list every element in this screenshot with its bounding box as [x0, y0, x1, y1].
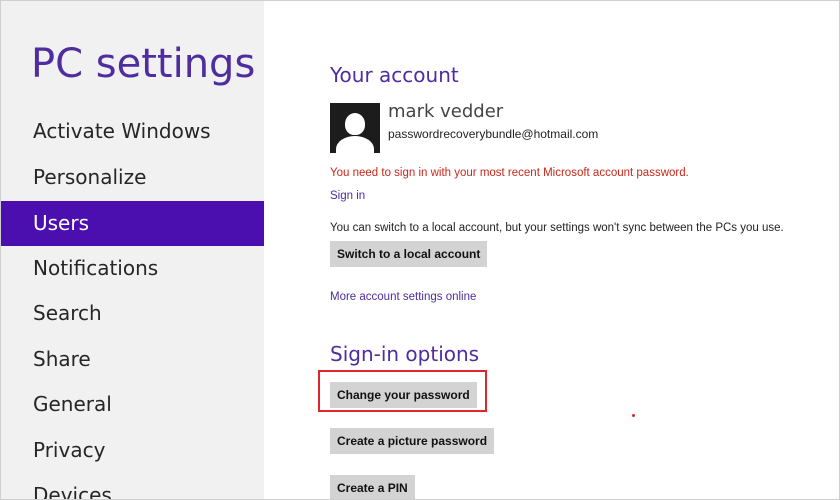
- users-settings-pane: Your account mark vedder passwordrecover…: [330, 1, 839, 499]
- sidebar-item-share[interactable]: Share: [1, 337, 264, 382]
- sidebar-item-notifications[interactable]: Notifications: [1, 246, 264, 291]
- more-account-settings-link[interactable]: More account settings online: [330, 291, 476, 303]
- sidebar-item-search[interactable]: Search: [1, 291, 264, 336]
- sign-in-link[interactable]: Sign in: [330, 190, 365, 202]
- avatar-head: [345, 113, 365, 135]
- sidebar-item-users[interactable]: Users: [1, 201, 264, 246]
- switch-local-account-button[interactable]: Switch to a local account: [330, 241, 488, 267]
- user-name: mark vedder: [388, 101, 504, 122]
- annotation-dot: [632, 414, 635, 417]
- create-pin-button[interactable]: Create a PIN: [330, 475, 415, 499]
- sidebar-item-general[interactable]: General: [1, 382, 264, 427]
- sign-in-options-heading: Sign-in options: [330, 342, 480, 366]
- local-account-note: You can switch to a local account, but y…: [330, 222, 784, 234]
- avatar-shoulders: [336, 136, 374, 153]
- your-account-heading: Your account: [330, 63, 459, 87]
- sidebar-item-activate-windows[interactable]: Activate Windows: [1, 109, 264, 154]
- pc-settings-window: PC settings Activate Windows Personalize…: [0, 0, 840, 500]
- password-warning: You need to sign in with your most recen…: [330, 167, 689, 179]
- sidebar-item-devices[interactable]: Devices: [1, 473, 264, 499]
- sidebar-item-personalize[interactable]: Personalize: [1, 155, 264, 200]
- create-picture-password-button[interactable]: Create a picture password: [330, 428, 495, 454]
- user-email: passwordrecoverybundle@hotmail.com: [388, 127, 599, 141]
- page-title: PC settings: [31, 41, 256, 87]
- sidebar-item-privacy[interactable]: Privacy: [1, 428, 264, 473]
- user-silhouette-icon: [330, 103, 380, 153]
- sidebar: PC settings Activate Windows Personalize…: [1, 1, 264, 499]
- annotation-highlight-box: [318, 370, 487, 412]
